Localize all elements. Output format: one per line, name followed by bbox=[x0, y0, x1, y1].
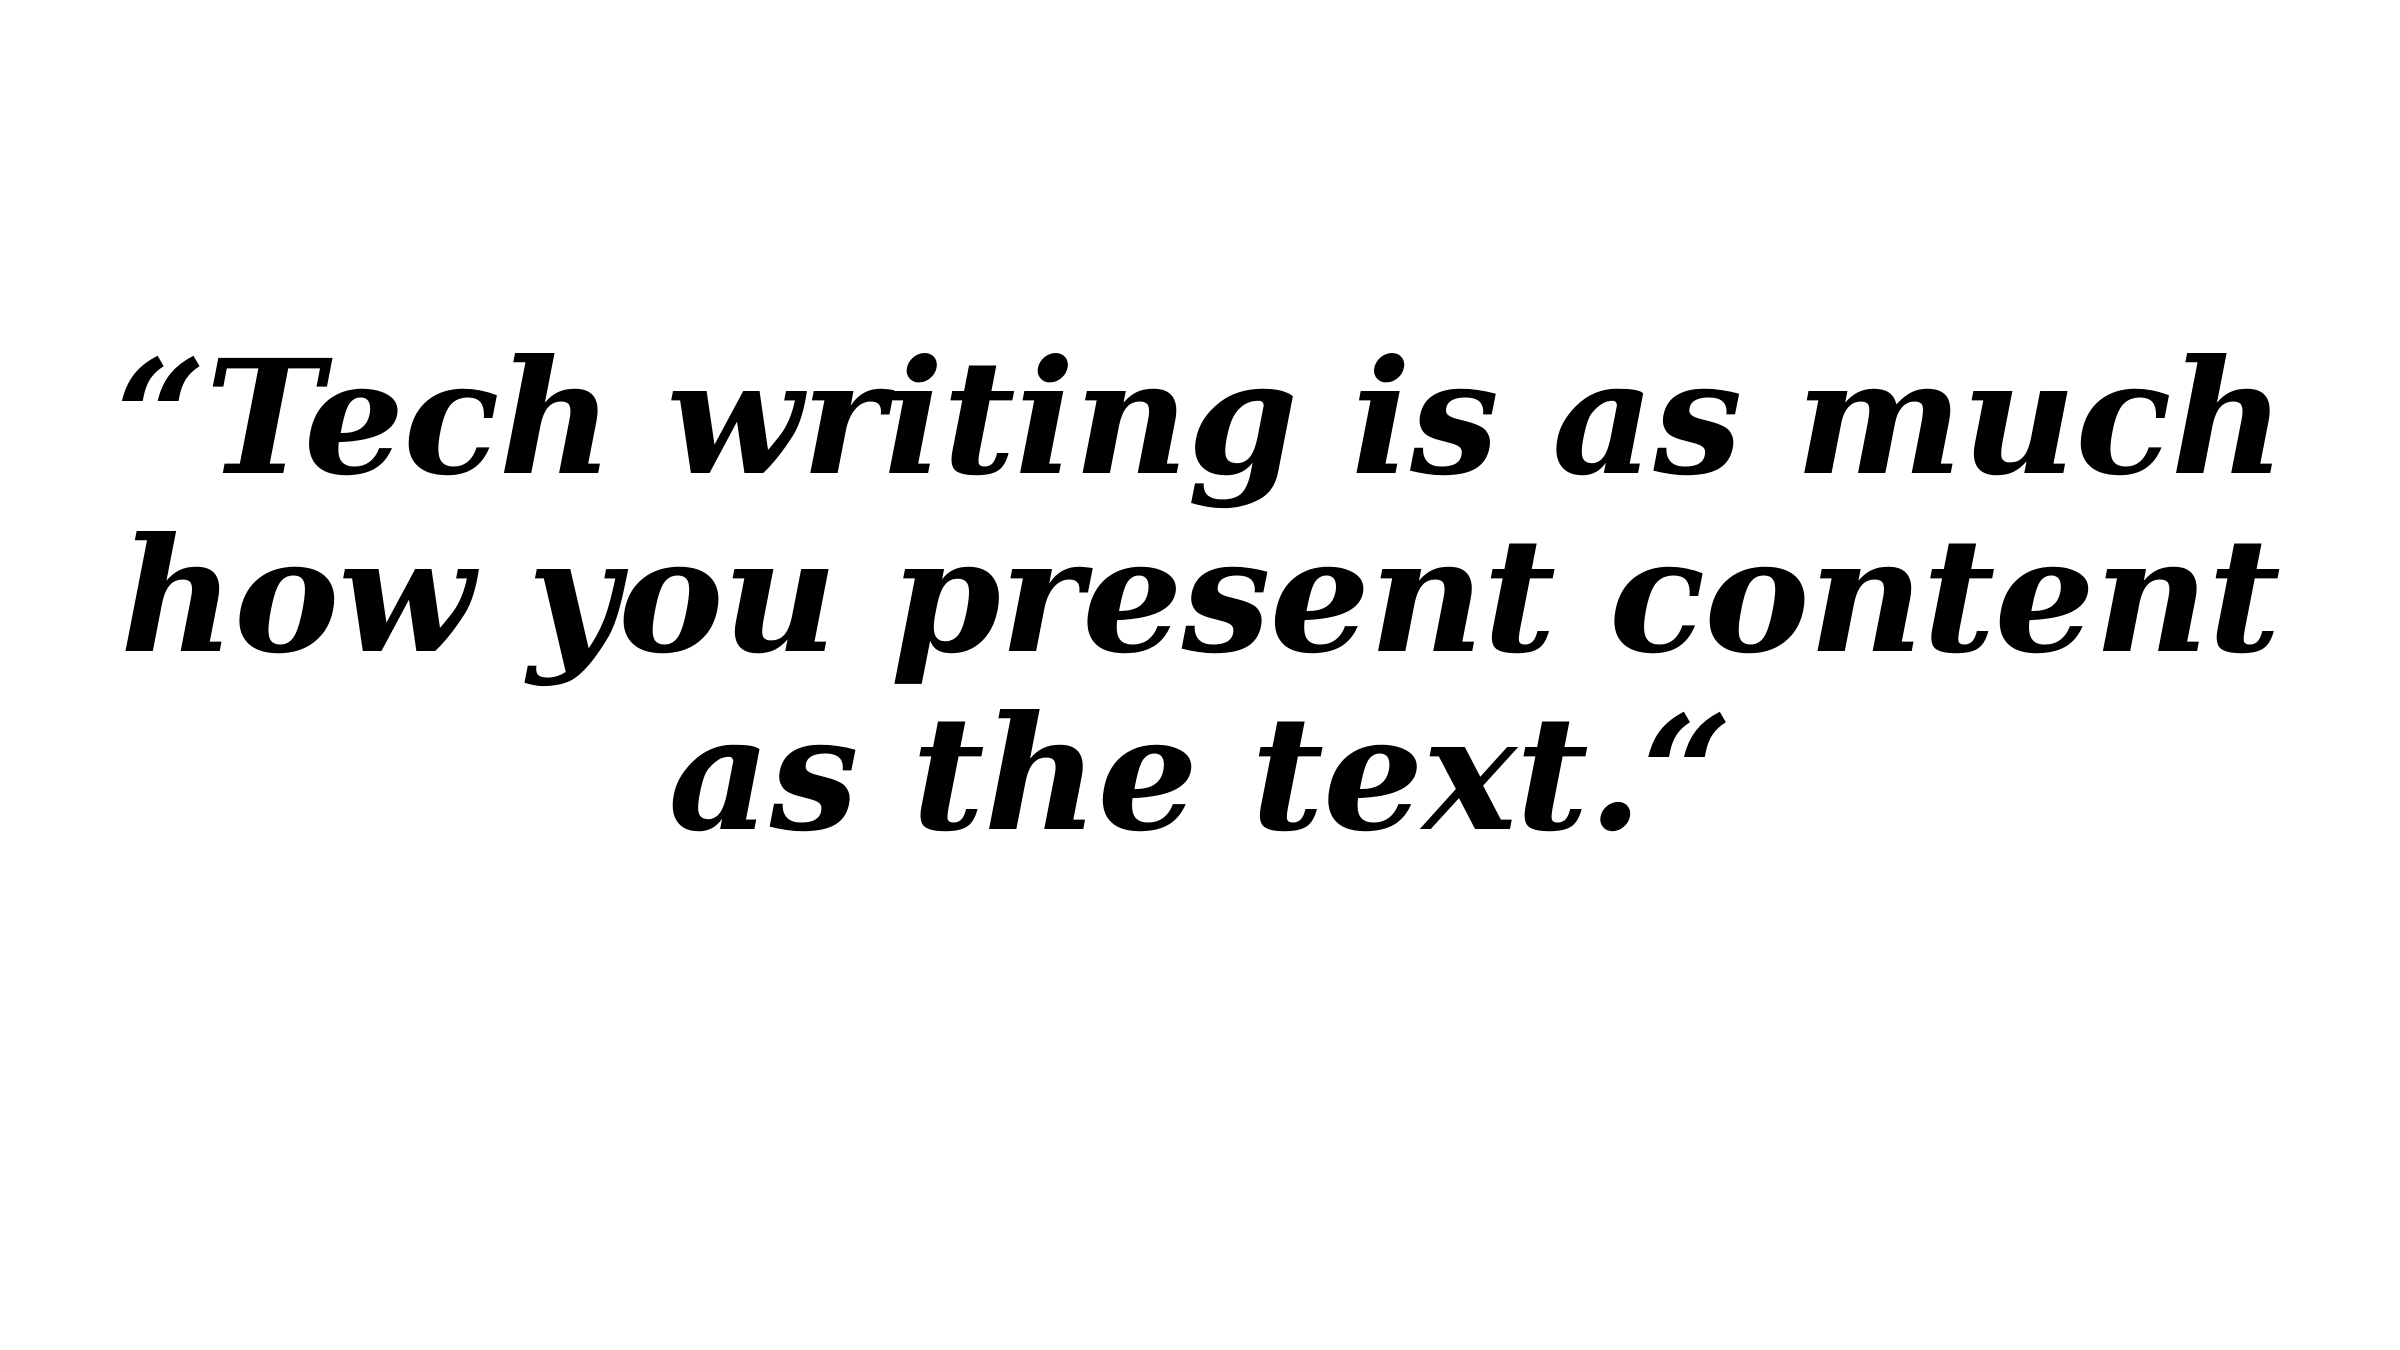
slide: “Tech writing is as much how you present… bbox=[0, 0, 2400, 1350]
quote-line-1: “Tech writing is as much bbox=[115, 326, 2285, 511]
quote-text: “Tech writing is as much how you present… bbox=[80, 330, 2320, 864]
quote-line-2: how you present content bbox=[120, 504, 2281, 689]
quote-line-3: as the text.“ bbox=[668, 682, 1732, 867]
